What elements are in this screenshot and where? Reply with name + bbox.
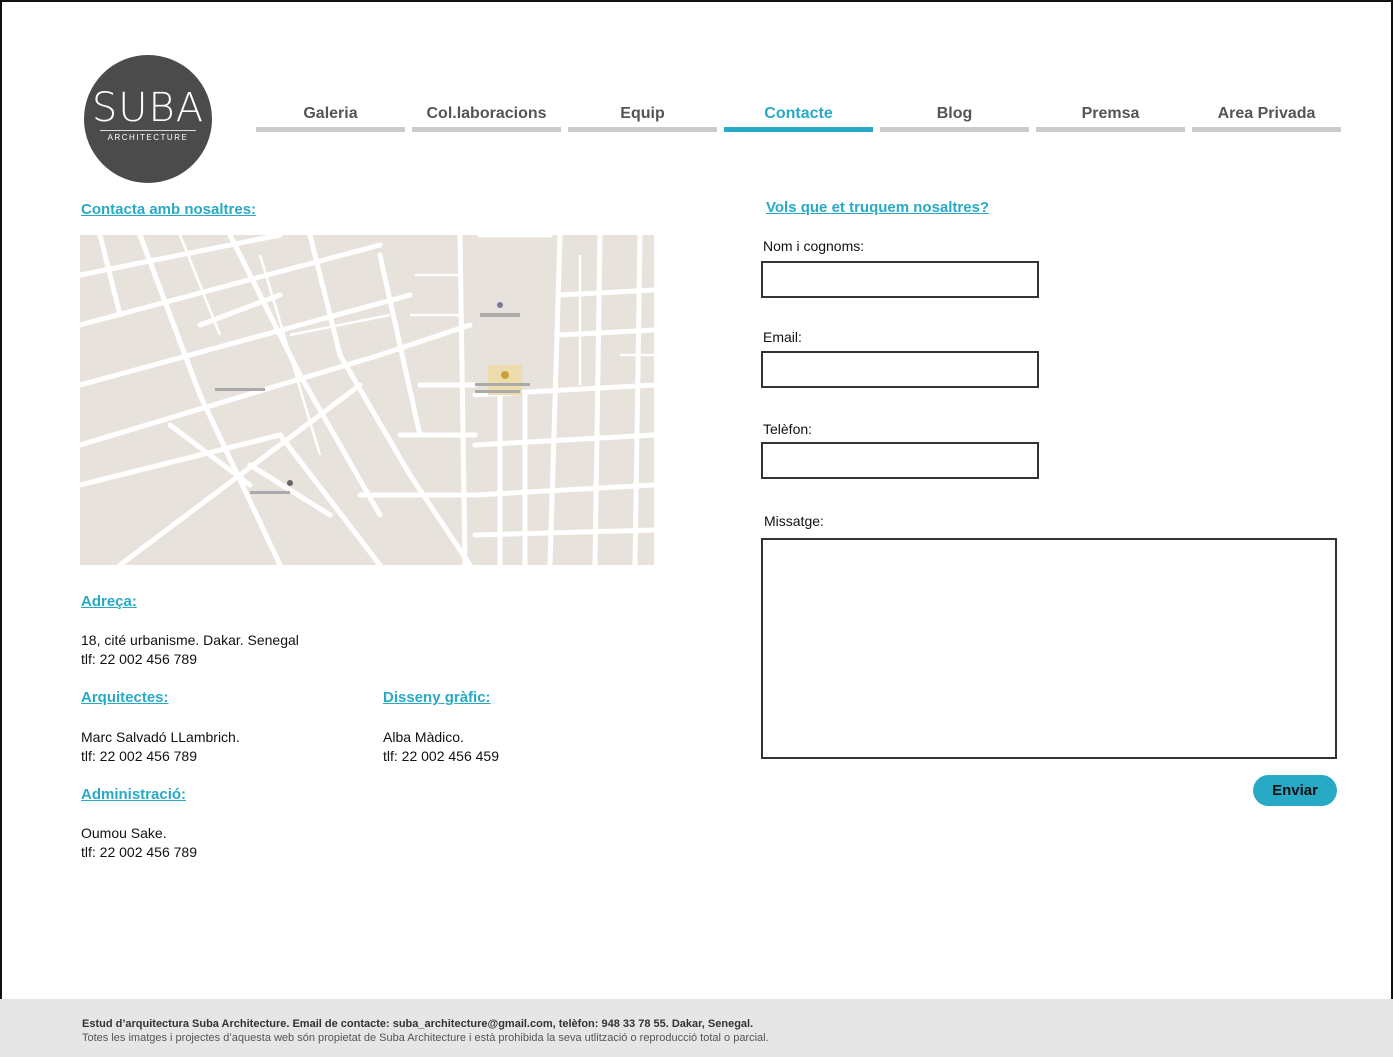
architects-phone: tlf: 22 002 456 789 [81,748,197,764]
architects-heading: Arquitectes: [81,689,169,706]
address-line: 18, cité urbanisme. Dakar. Senegal [81,632,299,648]
main-nav: Galeria Col.laboracions Equip Contacte B… [256,102,1341,132]
address-heading: Adreça: [81,593,137,610]
address-text: 18, cité urbanisme. Dakar. Senegal tlf: … [81,631,299,669]
name-label: Nom i cognoms: [763,238,865,254]
design-heading: Disseny gràfic: [383,689,491,706]
nav-item-collaboracions[interactable]: Col.laboracions [412,102,561,132]
email-label: Email: [763,329,802,345]
nav-item-equip[interactable]: Equip [568,102,717,132]
design-phone: tlf: 22 002 456 459 [383,748,499,764]
phone-label: Telèfon: [763,421,813,437]
nav-item-area-privada[interactable]: Area Privada [1192,102,1341,132]
admin-text: Oumou Sake. tlf: 22 002 456 789 [81,824,197,862]
location-map[interactable] [80,235,654,565]
logo-main-text: SUBA [91,85,205,131]
email-input[interactable] [761,351,1039,388]
logo[interactable]: SUBA ARCHITECTURE [84,55,212,183]
architects-text: Marc Salvadó LLambrich. tlf: 22 002 456 … [81,728,240,766]
design-name: Alba Màdico. [383,729,464,745]
footer-contact-line: Estud d’arquitectura Suba Architecture. … [82,1018,754,1030]
nav-item-galeria[interactable]: Galeria [256,102,405,132]
nav-item-blog[interactable]: Blog [880,102,1029,132]
admin-heading: Administració: [81,786,187,803]
address-phone: tlf: 22 002 456 789 [81,651,197,667]
admin-name: Oumou Sake. [81,825,167,841]
name-input[interactable] [761,261,1039,298]
admin-phone: tlf: 22 002 456 789 [81,844,197,860]
message-textarea[interactable] [761,538,1337,759]
logo-sub-text: ARCHITECTURE [100,130,196,142]
callback-heading: Vols que et truquem nosaltres? [766,199,990,216]
architects-name: Marc Salvadó LLambrich. [81,729,240,745]
nav-item-contacte[interactable]: Contacte [724,102,873,132]
footer: Estud d’arquitectura Suba Architecture. … [0,999,1393,1057]
message-label: Missatge: [764,513,824,529]
send-button[interactable]: Enviar [1253,775,1337,806]
phone-input[interactable] [761,442,1039,479]
map-streets [80,235,654,565]
nav-item-premsa[interactable]: Premsa [1036,102,1185,132]
footer-copyright-line: Totes les imatges i projectes d’aquesta … [82,1032,769,1044]
contact-heading: Contacta amb nosaltres: [81,201,257,218]
design-text: Alba Màdico. tlf: 22 002 456 459 [383,728,499,766]
